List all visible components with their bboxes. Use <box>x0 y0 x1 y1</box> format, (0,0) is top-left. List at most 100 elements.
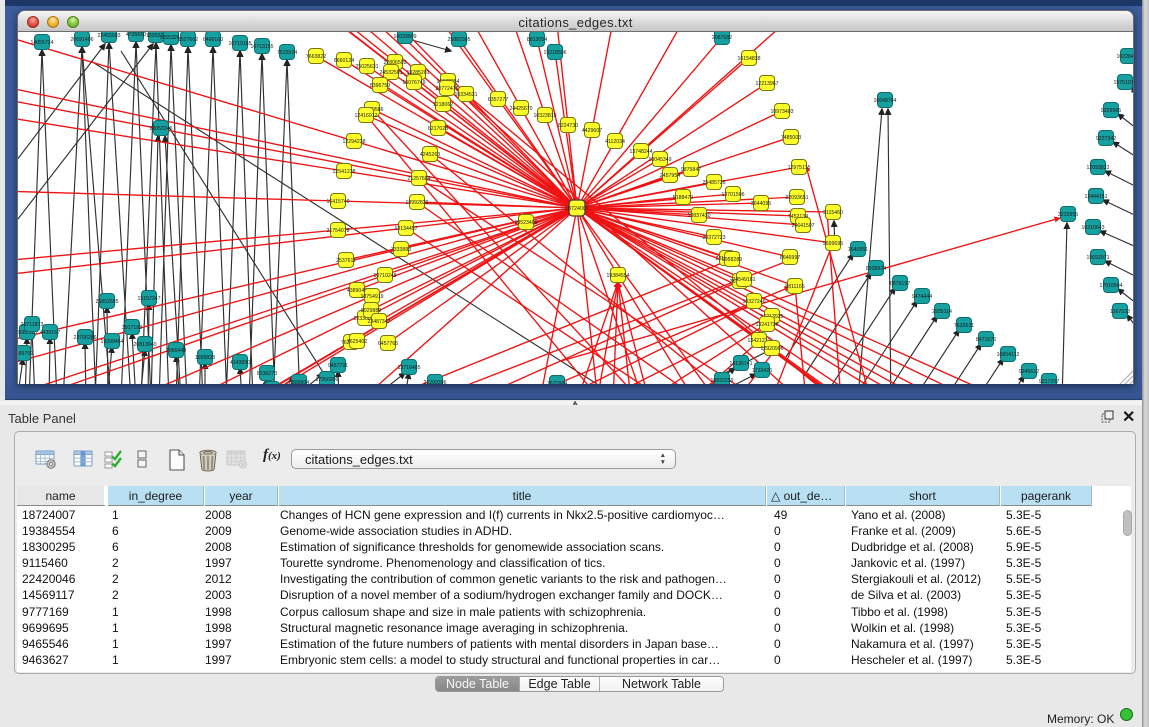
svg-text:14055724: 14055724 <box>30 40 53 46</box>
svg-text:8806804: 8806804 <box>289 380 309 384</box>
svg-text:9457791: 9457791 <box>328 363 348 369</box>
svg-text:6457765: 6457765 <box>378 341 398 347</box>
svg-text:7625402: 7625402 <box>347 339 367 345</box>
svg-text:25852685: 25852685 <box>95 299 118 305</box>
svg-text:12444151: 12444151 <box>1084 194 1107 200</box>
svg-text:24532561: 24532561 <box>379 70 402 76</box>
svg-text:12416912: 12416912 <box>354 113 377 119</box>
svg-text:12541238: 12541238 <box>332 169 355 175</box>
svg-text:2537611: 2537611 <box>336 258 356 264</box>
svg-text:8471676: 8471676 <box>976 337 996 343</box>
svg-text:19218506: 19218506 <box>543 50 566 56</box>
svg-text:6217026: 6217026 <box>428 126 448 132</box>
svg-text:13701506: 13701506 <box>721 192 744 198</box>
svg-text:9875847: 9875847 <box>681 167 701 173</box>
svg-text:4143890: 4143890 <box>230 360 250 366</box>
svg-text:1733426: 1733426 <box>752 368 772 374</box>
svg-text:9115460: 9115460 <box>823 210 843 216</box>
svg-text:19832259: 19832259 <box>710 378 733 384</box>
svg-text:19299464: 19299464 <box>100 339 123 345</box>
svg-text:19384554: 19384554 <box>606 273 629 279</box>
svg-text:2087682: 2087682 <box>712 35 732 41</box>
svg-text:3917183: 3917183 <box>122 325 142 331</box>
svg-text:9245612: 9245612 <box>1019 369 1039 375</box>
svg-text:20372723: 20372723 <box>702 235 725 241</box>
svg-text:10228452: 10228452 <box>1116 54 1134 60</box>
svg-text:3215955: 3215955 <box>1058 212 1078 218</box>
svg-text:25485735: 25485735 <box>702 180 725 186</box>
svg-text:16154838: 16154838 <box>737 56 760 62</box>
svg-text:8396759: 8396759 <box>370 83 390 89</box>
svg-text:20813640: 20813640 <box>133 342 156 348</box>
svg-text:8938924: 8938924 <box>866 266 886 272</box>
svg-text:8660124: 8660124 <box>334 58 354 64</box>
svg-text:2935114: 2935114 <box>932 309 952 315</box>
svg-text:24641507: 24641507 <box>791 223 814 229</box>
svg-text:1527602: 1527602 <box>178 37 198 43</box>
svg-text:10327246: 10327246 <box>742 299 765 305</box>
svg-text:22455603: 22455603 <box>97 33 120 39</box>
svg-text:16033809: 16033809 <box>393 34 416 40</box>
svg-text:8224730: 8224730 <box>558 123 578 129</box>
svg-text:13045349: 13045349 <box>648 157 671 163</box>
svg-text:7671884: 7671884 <box>547 381 567 384</box>
svg-text:3333883: 3333883 <box>391 247 411 253</box>
svg-text:9329966: 9329966 <box>1101 108 1121 114</box>
svg-text:8646997: 8646997 <box>780 255 800 261</box>
svg-text:8813054: 8813054 <box>527 37 547 43</box>
svg-text:7663822: 7663822 <box>306 54 326 60</box>
svg-text:13716485: 13716485 <box>397 365 420 371</box>
svg-text:16415740: 16415740 <box>326 199 349 205</box>
svg-text:10710248: 10710248 <box>373 273 396 279</box>
svg-text:5188470: 5188470 <box>673 195 693 201</box>
svg-text:16713155: 16713155 <box>250 44 273 50</box>
svg-text:8811165: 8811165 <box>785 284 805 290</box>
svg-text:12294238: 12294238 <box>342 139 365 145</box>
svg-text:6357277: 6357277 <box>488 97 508 103</box>
svg-text:20053346: 20053346 <box>149 126 172 132</box>
svg-text:15692971: 15692971 <box>1086 255 1109 261</box>
svg-text:25711873: 25711873 <box>21 322 44 328</box>
svg-text:1999828: 1999828 <box>195 355 215 361</box>
svg-text:10973403: 10973403 <box>770 109 793 115</box>
svg-text:25882305: 25882305 <box>447 37 470 43</box>
svg-text:4439167: 4439167 <box>40 330 60 336</box>
svg-text:3644095: 3644095 <box>751 201 771 207</box>
svg-text:2457954: 2457954 <box>660 173 680 179</box>
svg-text:4429607: 4429607 <box>582 128 602 134</box>
svg-text:12975115: 12975115 <box>788 165 811 171</box>
svg-text:16648784: 16648784 <box>873 98 896 104</box>
svg-text:21257684: 21257684 <box>407 176 430 182</box>
svg-text:21754078: 21754078 <box>326 228 349 234</box>
svg-text:19523409: 19523409 <box>514 220 537 226</box>
svg-text:17016504: 17016504 <box>1099 283 1122 289</box>
svg-text:23487347: 23487347 <box>367 319 390 325</box>
svg-text:12213967: 12213967 <box>755 81 778 87</box>
svg-text:13241736: 13241736 <box>755 322 778 328</box>
svg-text:21200396: 21200396 <box>423 380 446 384</box>
svg-text:4112034: 4112034 <box>605 139 625 145</box>
svg-text:14136141: 14136141 <box>729 361 752 367</box>
svg-text:13134457: 13134457 <box>394 226 417 232</box>
svg-text:8489709: 8489709 <box>18 351 33 357</box>
svg-text:12093822: 12093822 <box>1086 165 1109 171</box>
svg-text:12920906: 12920906 <box>760 346 783 352</box>
svg-text:10654112: 10654112 <box>997 352 1020 358</box>
svg-text:20691406: 20691406 <box>70 37 93 43</box>
svg-text:9227342: 9227342 <box>1096 136 1116 142</box>
svg-text:8029889: 8029889 <box>361 308 381 314</box>
svg-text:15751074: 15751074 <box>1113 80 1134 86</box>
svg-text:8336273: 8336273 <box>257 371 277 377</box>
svg-text:6466160: 6466160 <box>203 37 223 43</box>
svg-text:10334531: 10334531 <box>454 92 477 98</box>
svg-text:1167533: 1167533 <box>1110 309 1130 315</box>
svg-text:24425670: 24425670 <box>509 106 532 112</box>
svg-text:10323815: 10323815 <box>533 113 556 119</box>
svg-text:23706266: 23706266 <box>73 335 96 341</box>
svg-text:9958289: 9958289 <box>722 257 742 263</box>
svg-text:10719185: 10719185 <box>228 41 251 47</box>
svg-text:10210643: 10210643 <box>1081 225 1104 231</box>
svg-text:13748244: 13748244 <box>629 149 652 155</box>
svg-text:25025631: 25025631 <box>355 64 378 70</box>
svg-text:4735650: 4735650 <box>126 32 146 38</box>
